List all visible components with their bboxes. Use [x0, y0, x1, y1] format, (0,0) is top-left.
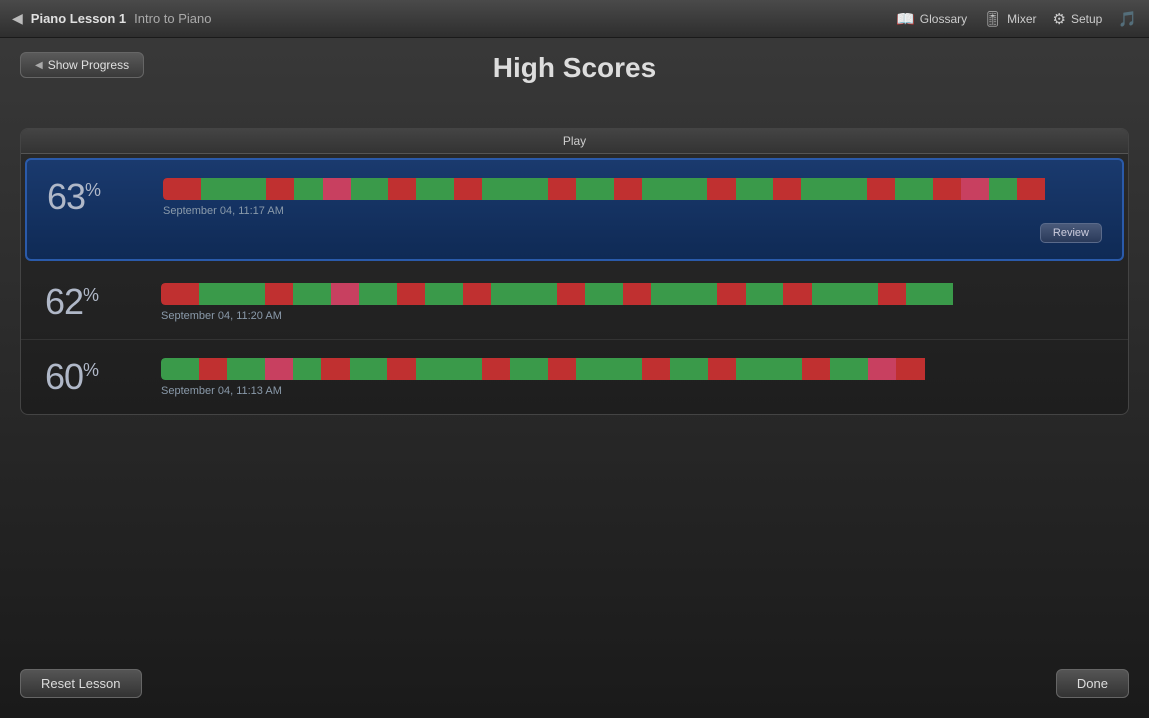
- setup-label: Setup: [1071, 12, 1102, 26]
- panel-header: Play: [21, 129, 1128, 154]
- score-percent-1: 63%: [47, 176, 147, 218]
- music-icon: 🎵: [1118, 10, 1137, 28]
- titlebar: ◀ Piano Lesson 1 Intro to Piano 📖 Glossa…: [0, 0, 1149, 38]
- score-row-3: 60%: [21, 340, 1128, 414]
- score-date-3: September 04, 11:13 AM: [161, 385, 1104, 397]
- app-title: Piano Lesson 1: [31, 11, 126, 26]
- score-right-2: September 04, 11:20 AM: [161, 283, 1104, 322]
- app-subtitle: Intro to Piano: [134, 11, 211, 26]
- score-right-3: September 04, 11:13 AM: [161, 358, 1104, 397]
- setup-nav[interactable]: ⚙ Setup: [1053, 10, 1103, 28]
- glossary-icon: 📖: [896, 10, 915, 28]
- review-button[interactable]: Review: [1040, 223, 1102, 243]
- score-percent-3: 60%: [45, 356, 145, 398]
- scores-panel: Play 63%: [20, 128, 1129, 415]
- mixer-nav[interactable]: 🎚 Mixer: [983, 10, 1036, 28]
- bottom-bar: Reset Lesson Done: [20, 669, 1129, 698]
- gear-icon: ⚙: [1053, 10, 1066, 28]
- back-button[interactable]: ◀: [12, 10, 23, 27]
- glossary-label: Glossary: [920, 12, 967, 26]
- score-row-1: 63%: [25, 158, 1124, 261]
- music-nav[interactable]: 🎵: [1118, 10, 1137, 28]
- mixer-label: Mixer: [1007, 12, 1036, 26]
- titlebar-left: ◀ Piano Lesson 1 Intro to Piano: [12, 10, 211, 27]
- score-date-1: September 04, 11:17 AM: [163, 205, 1102, 217]
- page-title: High Scores: [493, 52, 656, 84]
- score-row-2: 62%: [21, 265, 1128, 340]
- progress-bar-2: [161, 283, 1104, 305]
- score-date-2: September 04, 11:20 AM: [161, 310, 1104, 322]
- mixer-icon: 🎚: [983, 10, 1002, 28]
- show-progress-label: Show Progress: [48, 58, 129, 72]
- score-percent-2: 62%: [45, 281, 145, 323]
- reset-lesson-button[interactable]: Reset Lesson: [20, 669, 142, 698]
- progress-bar-1: [163, 178, 1102, 200]
- titlebar-right: 📖 Glossary 🎚 Mixer ⚙ Setup 🎵: [896, 10, 1137, 28]
- show-progress-button[interactable]: Show Progress: [20, 52, 144, 78]
- progress-bar-3: [161, 358, 1104, 380]
- glossary-nav[interactable]: 📖 Glossary: [896, 10, 967, 28]
- main-content: Show Progress High Scores Play 63%: [0, 38, 1149, 429]
- score-right-1: September 04, 11:17 AM: [163, 178, 1102, 217]
- done-button[interactable]: Done: [1056, 669, 1129, 698]
